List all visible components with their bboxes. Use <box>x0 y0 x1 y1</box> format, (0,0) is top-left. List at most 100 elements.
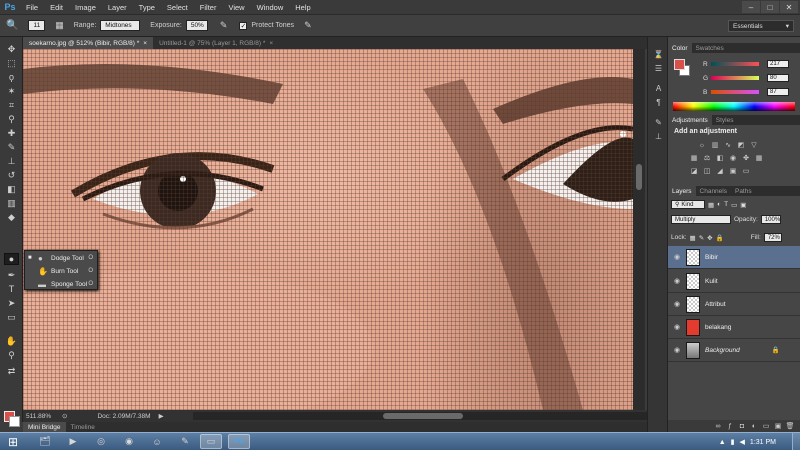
new-layer-icon[interactable]: ▣ <box>774 422 782 430</box>
status-menu-arrow[interactable]: ▶ <box>159 412 164 420</box>
new-adjustment-icon[interactable]: ◐ <box>750 423 758 430</box>
shape-tool-icon[interactable]: ▭ <box>4 311 19 323</box>
gradient-map-icon[interactable]: ▭ <box>742 167 750 175</box>
move-tool-icon[interactable]: ✥ <box>4 43 19 55</box>
type-filter-icon[interactable]: T <box>724 201 728 208</box>
history-panel-icon[interactable]: ⌛ <box>653 49 664 59</box>
pressure-size-icon[interactable]: ✎ <box>304 20 312 31</box>
scrollbar-thumb[interactable] <box>636 164 642 190</box>
levels-icon[interactable]: ▥ <box>711 141 719 149</box>
flyout-sponge-tool[interactable]: ▬ Sponge Tool O <box>25 278 97 290</box>
tab-paths[interactable]: Paths <box>731 186 756 196</box>
menu-view[interactable]: View <box>222 3 250 12</box>
green-value-input[interactable]: 80 <box>767 74 789 82</box>
invert-icon[interactable]: ◪ <box>690 167 698 175</box>
brightness-contrast-icon[interactable]: ☼ <box>698 141 706 149</box>
hue-saturation-icon[interactable]: ▦ <box>690 154 698 162</box>
maximize-button[interactable]: □ <box>761 1 779 13</box>
adjustment-filter-icon[interactable]: ◐ <box>717 201 721 208</box>
properties-panel-icon[interactable]: ☰ <box>653 63 664 73</box>
brush-tool-icon[interactable]: ✎ <box>4 141 19 153</box>
tab-color[interactable]: Color <box>668 43 692 53</box>
foreground-color-swatch[interactable] <box>674 59 685 70</box>
pen-tool-icon[interactable]: ✒ <box>4 269 19 281</box>
lock-transparent-icon[interactable]: ▦ <box>690 234 696 242</box>
opacity-input[interactable]: 100% <box>760 215 781 224</box>
flyout-burn-tool[interactable]: ✋ Burn Tool O <box>25 265 97 277</box>
layer-row[interactable]: ◉ Background 🔒 <box>668 339 800 362</box>
swap-colors-icon[interactable]: ⇄ <box>4 365 19 377</box>
document-canvas[interactable] <box>23 49 633 410</box>
chrome-icon[interactable]: ◎ <box>90 434 112 449</box>
tab-channels[interactable]: Channels <box>696 186 731 196</box>
character-panel-icon[interactable]: A <box>653 83 664 93</box>
color-lookup-icon[interactable]: ▦ <box>755 154 763 162</box>
messenger-icon[interactable]: ☺ <box>146 434 168 449</box>
lock-all-icon[interactable]: 🔒 <box>716 234 724 242</box>
flyout-dodge-tool[interactable]: ■ ● Dodge Tool O <box>25 252 97 264</box>
show-hidden-icons[interactable]: ▲ <box>719 439 726 446</box>
path-selection-tool-icon[interactable]: ➤ <box>4 297 19 309</box>
vibrance-icon[interactable]: ▽ <box>750 141 758 149</box>
zoom-level[interactable]: 511.88% <box>26 413 58 420</box>
close-icon[interactable]: × <box>269 40 273 47</box>
menu-layer[interactable]: Layer <box>102 3 133 12</box>
layer-row[interactable]: ◉ Bibir <box>668 246 800 269</box>
lock-image-icon[interactable]: ✎ <box>699 234 704 242</box>
eye-icon[interactable]: ◉ <box>668 277 686 285</box>
tab-swatches[interactable]: Swatches <box>692 43 728 53</box>
shape-filter-icon[interactable]: ▭ <box>731 201 737 209</box>
horizontal-scrollbar[interactable] <box>193 412 653 420</box>
marquee-tool-icon[interactable]: ⬚ <box>4 57 19 69</box>
color-balance-icon[interactable]: ⚖ <box>703 154 711 162</box>
tab-soekarno[interactable]: soekarno.jpg @ 512% (Bibir, RGB/8) * × <box>23 37 154 49</box>
menu-image[interactable]: Image <box>69 3 102 12</box>
layer-style-icon[interactable]: ƒ <box>726 423 734 430</box>
show-desktop-button[interactable] <box>792 433 800 450</box>
network-icon[interactable]: ▮ <box>731 438 735 446</box>
blur-tool-icon[interactable]: ◆ <box>4 211 19 223</box>
folder-icon[interactable]: ▭ <box>200 434 222 449</box>
eye-icon[interactable]: ◉ <box>668 346 686 354</box>
clone-source-panel-icon[interactable]: ⊥ <box>653 131 664 141</box>
close-button[interactable]: ✕ <box>780 1 798 13</box>
history-brush-tool-icon[interactable]: ↺ <box>4 169 19 181</box>
tool-icon[interactable]: ✎ <box>174 434 196 449</box>
quick-select-tool-icon[interactable]: ✶ <box>4 85 19 97</box>
layer-row[interactable]: ◉ Kulit <box>668 270 800 293</box>
tab-timeline[interactable]: Timeline <box>66 422 100 432</box>
tab-adjustments[interactable]: Adjustments <box>668 115 712 125</box>
hand-tool-icon[interactable]: ✋ <box>4 335 19 347</box>
red-value-input[interactable]: 217 <box>767 60 789 68</box>
type-tool-icon[interactable]: T <box>4 283 19 295</box>
menu-edit[interactable]: Edit <box>44 3 69 12</box>
workspace-switcher[interactable]: Essentials ▾ <box>728 20 794 32</box>
black-white-icon[interactable]: ◧ <box>716 154 724 162</box>
blue-value-input[interactable]: 87 <box>767 88 789 96</box>
blue-slider[interactable] <box>711 90 759 94</box>
eyedropper-tool-icon[interactable]: ⚲ <box>4 113 19 125</box>
minimize-button[interactable]: – <box>742 1 760 13</box>
explorer-icon[interactable]: 🗂 <box>34 434 56 449</box>
range-select[interactable]: Midtones <box>100 20 141 31</box>
tab-untitled-1[interactable]: Untitled-1 @ 75% (Layer 1, RGB/8) * × <box>153 37 279 49</box>
posterize-icon[interactable]: ◫ <box>703 167 711 175</box>
layer-row[interactable]: ◉ belakang <box>668 316 800 339</box>
clone-stamp-tool-icon[interactable]: ⊥ <box>4 155 19 167</box>
background-color-swatch[interactable] <box>9 416 20 427</box>
pixel-filter-icon[interactable]: ▦ <box>708 201 714 209</box>
menu-select[interactable]: Select <box>161 3 194 12</box>
menu-filter[interactable]: Filter <box>194 3 223 12</box>
clock[interactable]: 1:31 PM <box>750 439 776 446</box>
lock-position-icon[interactable]: ✥ <box>707 234 712 242</box>
delete-layer-icon[interactable]: 🗑 <box>786 422 795 430</box>
export-icon[interactable]: ⊙ <box>62 412 67 420</box>
brush-size-value[interactable]: 11 <box>28 20 46 31</box>
color-spectrum-ramp[interactable] <box>673 102 795 111</box>
menu-type[interactable]: Type <box>133 3 161 12</box>
tool-preset-icon[interactable]: 🔍 <box>6 20 18 31</box>
menu-window[interactable]: Window <box>251 3 290 12</box>
eraser-tool-icon[interactable]: ◧ <box>4 183 19 195</box>
blend-mode-select[interactable]: Multiply <box>671 215 731 224</box>
lasso-tool-icon[interactable]: ϙ <box>4 71 19 83</box>
